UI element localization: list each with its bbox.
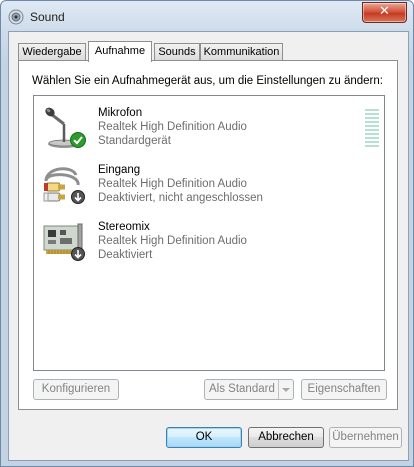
device-name: Mikrofon xyxy=(98,107,143,119)
device-driver: Realtek High Definition Audio xyxy=(98,235,247,247)
device-status: Deaktiviert, nicht angeschlossen xyxy=(98,192,263,204)
title-bar[interactable]: Sound ✕ xyxy=(1,1,413,31)
window-title: Sound xyxy=(30,10,65,24)
device-name: Eingang xyxy=(98,164,141,176)
down-arrow-badge-icon xyxy=(71,190,85,204)
tab-kommunikation[interactable]: Kommunikation xyxy=(200,43,283,60)
dialog-client-area: Wiedergabe Aufnahme Sounds Kommunikation… xyxy=(8,31,409,461)
level-meter xyxy=(365,109,379,149)
sound-dialog-window: Sound ✕ Wiedergabe Aufnahme Sounds Kommu… xyxy=(0,0,414,467)
apply-button[interactable]: Übernehmen xyxy=(329,427,402,448)
device-driver: Realtek High Definition Audio xyxy=(98,178,247,190)
tab-wiedergabe[interactable]: Wiedergabe xyxy=(18,43,86,60)
down-arrow-badge-icon xyxy=(71,247,85,261)
close-icon: ✕ xyxy=(379,4,390,19)
speaker-icon xyxy=(8,9,24,25)
close-button[interactable]: ✕ xyxy=(362,2,407,23)
set-default-label: Als Standard xyxy=(209,383,275,395)
check-badge-icon xyxy=(70,132,86,148)
instruction-text: Wählen Sie ein Aufnahmegerät aus, um die… xyxy=(32,75,383,87)
device-driver: Realtek High Definition Audio xyxy=(98,121,247,133)
device-item-mikrofon[interactable]: Mikrofon Realtek High Definition Audio S… xyxy=(34,102,382,152)
device-status: Standardgerät xyxy=(98,135,171,147)
device-list[interactable]: Mikrofon Realtek High Definition Audio S… xyxy=(33,95,385,371)
tab-sounds[interactable]: Sounds xyxy=(154,43,200,60)
configure-button[interactable]: Konfigurieren xyxy=(33,379,119,400)
recording-panel: Wählen Sie ein Aufnahmegerät aus, um die… xyxy=(18,60,398,410)
device-name: Stereomix xyxy=(98,221,150,233)
device-status: Deaktiviert xyxy=(98,249,153,261)
dropdown-arrow-icon[interactable] xyxy=(278,380,293,399)
device-item-stereomix[interactable]: Stereomix Realtek High Definition Audio … xyxy=(34,216,382,266)
cancel-button[interactable]: Abbrechen xyxy=(248,427,324,448)
ok-button[interactable]: OK xyxy=(166,427,242,448)
properties-button[interactable]: Eigenschaften xyxy=(301,379,387,400)
set-default-split-button[interactable]: Als Standard xyxy=(204,379,294,400)
tab-aufnahme[interactable]: Aufnahme xyxy=(88,41,152,62)
device-item-eingang[interactable]: Eingang Realtek High Definition Audio De… xyxy=(34,159,382,209)
